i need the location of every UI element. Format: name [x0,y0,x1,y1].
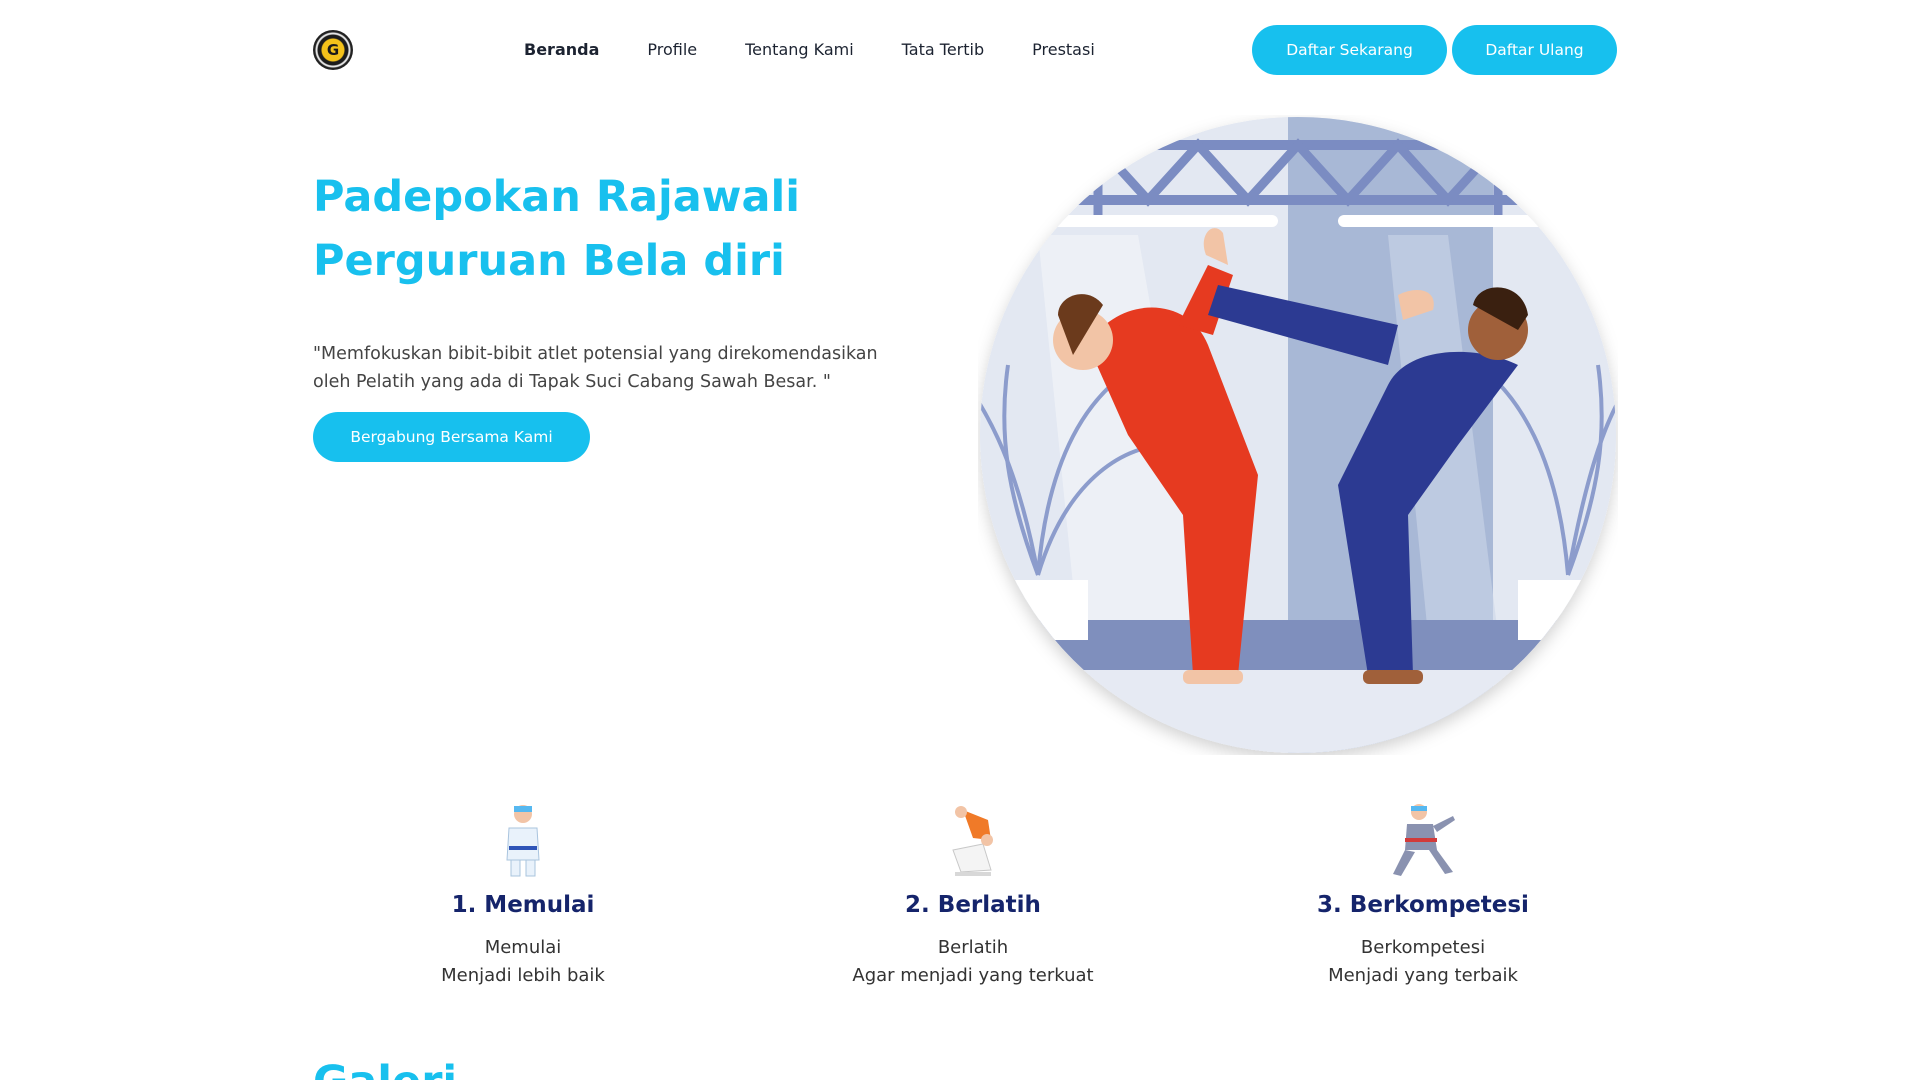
nav-tata-tertib[interactable]: Tata Tertib [902,38,984,62]
feature-berlatih: 2. Berlatih Berlatih Agar menjadi yang t… [763,800,1183,990]
nav-beranda[interactable]: Beranda [524,38,599,62]
hero-description: "Memfokuskan bibit-bibit atlet potensial… [313,340,933,396]
logo-letter: G [326,41,340,59]
main-nav: Beranda Profile Tentang Kami Tata Tertib… [524,38,1143,62]
brand-logo[interactable]: G [313,30,353,70]
features-section: 1. Memulai Memulai Menjadi lebih baik 2.… [313,800,1633,1000]
hero-title-line2: Perguruan Bela diri [313,236,785,286]
judo-throw-icon [952,806,993,876]
feature-memulai: 1. Memulai Memulai Menjadi lebih baik [313,800,733,990]
feature-title: 2. Berlatih [905,892,1041,918]
nav-tentang-kami[interactable]: Tentang Kami [745,38,854,62]
feature-line1: Berkompetesi [1360,937,1486,958]
site-header: G Beranda Profile Tentang Kami Tata Tert… [0,0,1920,100]
hero-title: Padepokan Rajawali Perguruan Bela diri [313,165,953,293]
hero-title-line1: Padepokan Rajawali [313,172,800,222]
feature-berkompetesi: 3. Berkompetesi Berkompetesi Menjadi yan… [1213,800,1633,990]
feature-line1: Berlatih [937,937,1009,958]
feature-title: 3. Berkompetesi [1317,892,1529,918]
martial-arts-illustration [980,117,1616,753]
hero-desc-line1: "Memfokuskan bibit-bibit atlet potensial… [313,344,878,364]
martial-artist-stance-icon [1393,804,1455,876]
feature-line2: Menjadi yang terbaik [1328,965,1518,986]
feature-line2: Menjadi lebih baik [441,965,605,986]
galeri-heading: Galeri [313,1050,457,1080]
daftar-ulang-button[interactable]: Daftar Ulang [1452,25,1617,75]
join-button[interactable]: Bergabung Bersama Kami [313,412,590,462]
hero-desc-line2: oleh Pelatih yang ada di Tapak Suci Caba… [313,372,831,392]
feature-line2: Agar menjadi yang terkuat [852,965,1094,986]
nav-prestasi[interactable]: Prestasi [1032,38,1095,62]
feature-title: 1. Memulai [451,892,595,918]
daftar-sekarang-button[interactable]: Daftar Sekarang [1252,25,1447,75]
karate-white-uniform-icon [506,805,540,877]
feature-line1: Memulai [484,937,562,958]
nav-profile[interactable]: Profile [647,38,697,62]
